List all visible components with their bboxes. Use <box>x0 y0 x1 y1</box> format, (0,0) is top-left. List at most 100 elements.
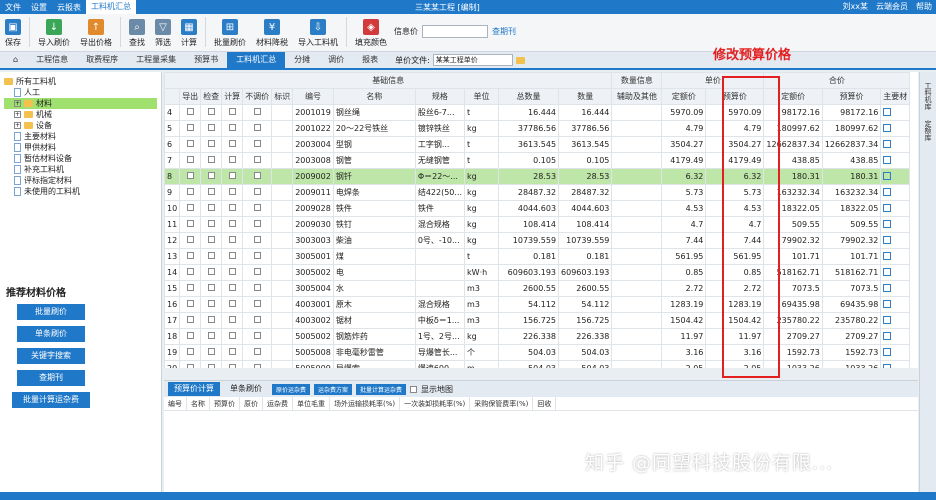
cell-hyj[interactable]: 18322.05 <box>821 200 882 217</box>
tab-budget-price-calc[interactable]: 预算价计算 <box>168 382 220 396</box>
row-checkbox-cell[interactable] <box>179 248 202 265</box>
import-material-button[interactable]: ⇩ 导入工料机 <box>293 19 343 51</box>
row-checkbox-cell[interactable] <box>179 136 202 153</box>
cell-hyj[interactable]: 12662837.34 <box>821 136 882 153</box>
cell-unit[interactable]: kg <box>464 120 500 137</box>
row-checkbox-cell[interactable] <box>179 360 202 368</box>
empty-cell[interactable] <box>271 312 294 329</box>
edit-icon[interactable] <box>883 347 892 356</box>
cell-name[interactable]: 钢钎 <box>332 168 416 185</box>
single-price-button[interactable]: 单条刷价 <box>17 326 85 342</box>
edit-icon[interactable] <box>883 219 892 228</box>
row-checkbox-cell[interactable] <box>221 280 244 297</box>
tree-node[interactable]: + 设备 <box>4 120 157 131</box>
cell-name[interactable]: 电焊条 <box>332 184 416 201</box>
row-checkbox[interactable] <box>253 252 261 259</box>
cell-unit[interactable]: t <box>464 136 500 153</box>
cell-qty[interactable]: 609603.193 <box>558 264 613 281</box>
row-checkbox[interactable] <box>207 156 215 163</box>
cell-unit[interactable]: kW·h <box>464 264 500 281</box>
cell-total[interactable]: 0.105 <box>498 152 560 169</box>
row-checkbox-cell[interactable] <box>179 200 202 217</box>
empty-cell[interactable] <box>611 232 663 249</box>
row-checkbox-cell[interactable] <box>242 200 273 217</box>
cell-total[interactable]: 0.181 <box>498 248 560 265</box>
export-price-button[interactable]: ↑ 导出价格 <box>75 19 117 51</box>
row-checkbox-cell[interactable] <box>200 280 223 297</box>
tree-node[interactable]: 人工 <box>4 87 157 98</box>
row-checkbox[interactable] <box>207 220 215 227</box>
menu-settings[interactable]: 设置 <box>26 2 52 13</box>
expand-icon[interactable]: + <box>14 122 21 129</box>
row-checkbox-cell[interactable] <box>242 248 273 265</box>
edit-cell[interactable] <box>880 200 911 217</box>
row-checkbox[interactable] <box>207 284 215 291</box>
row-checkbox[interactable] <box>228 220 236 227</box>
cell-unit[interactable]: 个 <box>464 344 500 361</box>
row-checkbox[interactable] <box>207 236 215 243</box>
cell-code[interactable]: 5005002 <box>292 328 334 345</box>
original-freight-button[interactable]: 原价运杂费 <box>272 383 311 395</box>
empty-cell[interactable] <box>271 296 294 313</box>
table-row[interactable]: 12 3003003 柴油 0号、-10... kg 10739.559 10739.559… <box>164 232 911 249</box>
row-checkbox-cell[interactable] <box>221 360 244 368</box>
row-checkbox-cell[interactable] <box>221 120 244 137</box>
query-journal-button[interactable]: 查期刊 <box>17 370 85 386</box>
cell-unit[interactable]: m3 <box>464 312 500 329</box>
edit-icon[interactable] <box>883 187 892 196</box>
batch-freight-button[interactable]: 批量计算运杂费 <box>12 392 90 408</box>
row-checkbox-cell[interactable] <box>242 328 273 345</box>
table-row[interactable]: 18 5005002 钢筋炸药 1号、2号... kg 226.338 226.338 11.… <box>164 328 911 345</box>
row-checkbox-cell[interactable] <box>200 104 223 121</box>
row-checkbox-cell[interactable] <box>242 296 273 313</box>
row-checkbox-cell[interactable] <box>242 168 273 185</box>
material-tax-button[interactable]: ¥ 材料降税 <box>251 19 293 51</box>
cell-hyj[interactable]: 79902.32 <box>821 232 882 249</box>
cell-qty[interactable]: 226.338 <box>558 328 613 345</box>
cell-qty[interactable]: 10739.559 <box>558 232 613 249</box>
cell-name[interactable]: 钢丝绳 <box>332 104 416 121</box>
row-checkbox[interactable] <box>253 300 261 307</box>
row-checkbox-cell[interactable] <box>179 280 202 297</box>
row-checkbox[interactable] <box>207 268 215 275</box>
cell-no[interactable]: 14 <box>164 264 181 281</box>
cell-code[interactable]: 3005001 <box>292 248 334 265</box>
row-checkbox[interactable] <box>186 220 194 227</box>
row-checkbox[interactable] <box>228 316 236 323</box>
tab-fee-program[interactable]: 取费程序 <box>77 52 127 68</box>
cell-unit[interactable]: kg <box>464 232 500 249</box>
info-price-input[interactable] <box>422 25 488 38</box>
cell-code[interactable]: 2009030 <box>292 216 334 233</box>
tab-price-adjust[interactable]: 调价 <box>319 52 353 68</box>
row-checkbox-cell[interactable] <box>242 264 273 281</box>
cell-no[interactable]: 4 <box>164 104 181 121</box>
row-checkbox-cell[interactable] <box>242 152 273 169</box>
quota-library-tab[interactable]: 定额库 <box>923 120 933 141</box>
empty-cell[interactable] <box>611 168 663 185</box>
row-checkbox[interactable] <box>186 108 194 115</box>
cell-spec[interactable]: 爆速600... <box>414 360 466 368</box>
cell-hyj[interactable]: 98172.16 <box>821 104 882 121</box>
cell-hyj[interactable]: 101.71 <box>821 248 882 265</box>
cell-spec[interactable]: 中板δ＝1... <box>414 312 466 329</box>
empty-cell[interactable] <box>611 344 663 361</box>
row-checkbox[interactable] <box>253 188 261 195</box>
cell-hyj[interactable]: 438.85 <box>821 152 882 169</box>
edit-icon[interactable] <box>883 299 892 308</box>
edit-icon[interactable] <box>883 363 892 368</box>
cell-spec[interactable]: 铁件 <box>414 200 466 217</box>
cell-unit[interactable]: m <box>464 360 500 368</box>
empty-cell[interactable] <box>271 120 294 137</box>
cell-dj[interactable]: 4.79 <box>661 120 707 137</box>
cell-no[interactable]: 19 <box>164 344 181 361</box>
row-checkbox[interactable] <box>228 364 236 368</box>
edit-cell[interactable] <box>880 104 911 121</box>
row-checkbox[interactable] <box>253 140 261 147</box>
empty-cell[interactable] <box>271 344 294 361</box>
row-checkbox[interactable] <box>186 156 194 163</box>
empty-cell[interactable] <box>611 360 663 368</box>
row-checkbox-cell[interactable] <box>221 248 244 265</box>
cell-dj[interactable]: 0.85 <box>661 264 707 281</box>
cell-dj[interactable]: 5970.09 <box>661 104 707 121</box>
table-row[interactable]: 13 3005001 煤 t 0.181 0.181 561.95 561.95 101.71 1… <box>164 248 911 265</box>
